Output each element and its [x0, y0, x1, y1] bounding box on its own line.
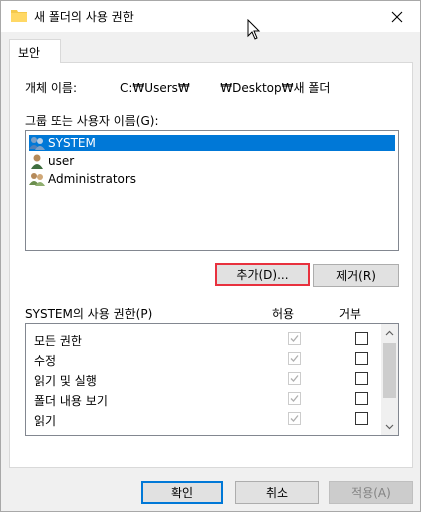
folder-icon: [11, 10, 27, 22]
users-group-icon: [29, 173, 45, 186]
security-panel: 개체 이름: C:₩Users₩ ₩Desktop₩새 폴더 그룹 또는 사용자…: [9, 62, 413, 468]
allow-checkbox[interactable]: [288, 332, 301, 345]
scroll-thumb[interactable]: [383, 343, 396, 398]
deny-column-header: 거부: [339, 307, 362, 321]
tab-security[interactable]: 보안: [9, 39, 61, 63]
apply-button[interactable]: 적용(A): [329, 481, 413, 504]
mouse-cursor-icon: [247, 19, 261, 40]
list-item-user[interactable]: user: [29, 153, 395, 169]
window-title: 새 폴더의 사용 권한: [34, 10, 134, 24]
allow-column-header: 허용: [272, 307, 295, 321]
deny-checkbox[interactable]: [355, 412, 368, 425]
object-name-value: C:₩Users₩ ₩Desktop₩새 폴더: [120, 81, 331, 95]
group-list-label: 그룹 또는 사용자 이름(G):: [25, 114, 159, 128]
list-item-administrators[interactable]: Administrators: [29, 171, 395, 187]
list-item-label: Administrators: [48, 172, 137, 186]
allow-checkbox[interactable]: [288, 352, 301, 365]
deny-checkbox[interactable]: [355, 392, 368, 405]
remove-button[interactable]: 제거(R): [313, 264, 399, 287]
ok-button[interactable]: 확인: [141, 481, 223, 504]
checkmark-icon: [290, 355, 299, 362]
title-bar: 새 폴더의 사용 권한: [1, 1, 420, 32]
chevron-down-icon: [385, 424, 394, 429]
scroll-down-button[interactable]: [381, 418, 398, 435]
allow-checkbox[interactable]: [288, 372, 301, 385]
allow-checkbox[interactable]: [288, 392, 301, 405]
deny-checkbox[interactable]: [355, 372, 368, 385]
permission-row: 수정: [34, 349, 374, 369]
permissions-dialog: 새 폴더의 사용 권한 보안 개체 이름: C:₩Users₩ ₩Desktop…: [0, 0, 421, 512]
close-icon: [391, 11, 403, 22]
checkmark-icon: [290, 415, 299, 422]
close-button[interactable]: [374, 1, 420, 32]
add-button[interactable]: 추가(D)...: [215, 263, 310, 286]
permissions-label: SYSTEM의 사용 권한(P): [25, 307, 153, 321]
deny-checkbox[interactable]: [355, 352, 368, 365]
allow-checkbox[interactable]: [288, 412, 301, 425]
permission-row: 폴더 내용 보기: [34, 389, 374, 409]
checkmark-icon: [290, 375, 299, 382]
cancel-button[interactable]: 취소: [235, 481, 319, 504]
list-item-system[interactable]: SYSTEM: [29, 135, 395, 151]
object-name-label: 개체 이름:: [25, 81, 78, 95]
permission-name: 폴더 내용 보기: [34, 394, 108, 408]
permission-name: 모든 권한: [34, 334, 82, 348]
checkmark-icon: [290, 335, 299, 342]
permission-name: 수정: [34, 354, 57, 368]
scroll-up-button[interactable]: [381, 324, 398, 341]
user-icon: [31, 154, 43, 169]
users-group-icon: [29, 137, 45, 150]
permission-row: 읽기: [34, 409, 374, 429]
permission-row: 읽기 및 실행: [34, 369, 374, 389]
chevron-up-icon: [385, 330, 394, 335]
permissions-scrollbar[interactable]: [381, 324, 398, 435]
permissions-table: 모든 권한 수정 읽기 및 실행 폴더 내용 보기 읽기: [25, 323, 399, 436]
deny-checkbox[interactable]: [355, 332, 368, 345]
tab-security-label: 보안: [18, 46, 41, 60]
group-user-list[interactable]: SYSTEM user Administrators: [25, 130, 399, 251]
permission-name: 읽기 및 실행: [34, 374, 97, 388]
checkmark-icon: [290, 395, 299, 402]
permission-name: 읽기: [34, 414, 57, 428]
list-item-label: user: [48, 154, 75, 168]
list-item-label: SYSTEM: [48, 136, 96, 150]
permission-row: 모든 권한: [34, 329, 374, 349]
